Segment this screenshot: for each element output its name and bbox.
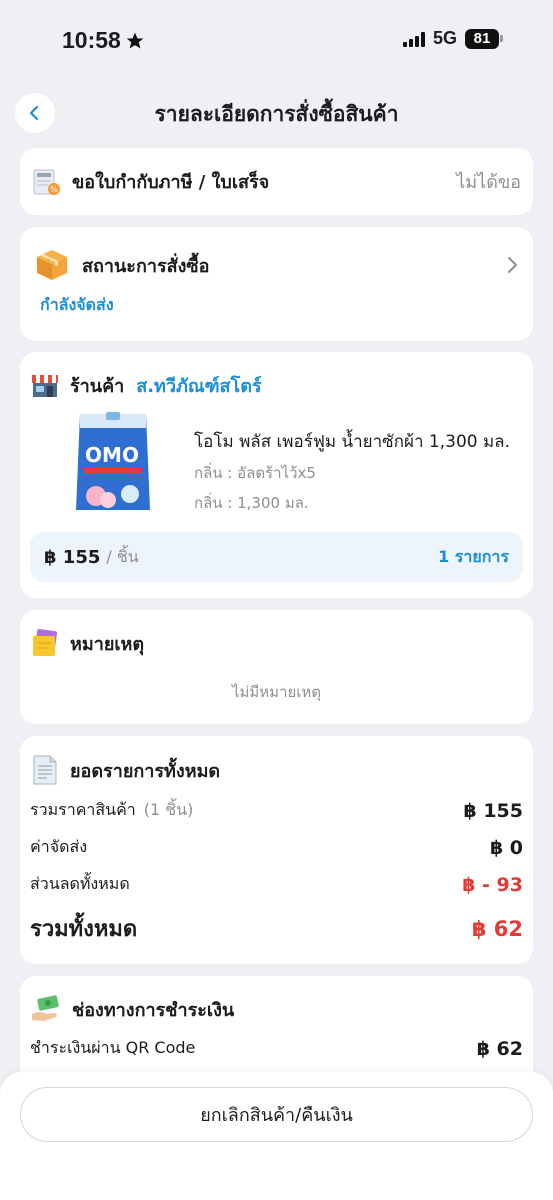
subtotal-qty: (1 ชิ้น) <box>143 800 194 819</box>
payment-method: ชำระเงินผ่าน QR Code <box>30 1038 196 1057</box>
per-unit-label: / ชิ้น <box>106 546 139 566</box>
tax-receipt-icon: % <box>33 169 60 195</box>
shipping-value: ฿ 0 <box>489 836 523 859</box>
product-price: ฿ 155 <box>44 546 101 568</box>
chevron-right-icon[interactable] <box>505 256 519 274</box>
note-empty-text: ไม่มีหมายเหตุ <box>231 683 322 701</box>
payment-amount: ฿ 62 <box>476 1037 523 1060</box>
subtotal-value: ฿ 155 <box>463 799 524 822</box>
network-label: 5G <box>432 28 457 48</box>
total-value: ฿ 62 <box>471 916 523 941</box>
total-row: รวมทั้งหมด ฿ 62 <box>30 911 523 946</box>
tax-invoice-value: ไม่ได้ขอ <box>456 172 521 193</box>
note-title: หมายเหตุ <box>70 633 145 655</box>
time-text: 10:58 <box>62 27 121 53</box>
page-title: รายละเอียดการสั่งซื้อสินค้า <box>154 102 399 126</box>
subtotal-label: รวมราคาสินค้า <box>30 800 136 819</box>
product-image: OMO <box>50 410 170 520</box>
store-icon <box>32 375 58 397</box>
header: รายละเอียดการสั่งซื้อสินค้า <box>0 88 553 138</box>
shipping-row: ค่าจัดส่ง ฿ 0 <box>30 835 523 860</box>
product-item[interactable]: OMO โอโม พลัส เพอร์ฟูม น้ำยาซักผ้า 1,300… <box>30 410 523 520</box>
payment-card: ช่องทางการชำระเงิน ชำระเงินผ่าน QR Code … <box>20 976 533 1086</box>
discount-value: ฿ - 93 <box>462 873 523 896</box>
svg-text:%: % <box>50 185 58 194</box>
product-variant-size: กลิ่น : 1,300 มล. <box>194 494 309 512</box>
signal-icon <box>402 31 425 47</box>
shop-name-link[interactable]: ส.ทวีภัณฑ์สโตร์ <box>136 371 261 400</box>
shop-card: ร้านค้า ส.ทวีภัณฑ์สโตร์ OMO โอโม พลัส เพ… <box>20 352 533 598</box>
footer-bar: ยกเลิกสินค้า/คืนเงิน <box>0 1072 553 1200</box>
product-variant-scent: กลิ่น : อัลตร้าไว้x5 <box>194 464 316 482</box>
order-summary-card: ยอดรายการทั้งหมด รวมราคาสินค้า (1 ชิ้น) ฿… <box>20 736 533 964</box>
price-bar: ฿ 155 / ชิ้น 1 รายการ <box>30 532 523 582</box>
cancel-refund-button[interactable]: ยกเลิกสินค้า/คืนเงิน <box>20 1087 533 1142</box>
order-status-card[interactable]: สถานะการสั่งซื้อ กำลังจัดส่ง <box>20 227 533 341</box>
battery-icon: 81 <box>465 28 503 49</box>
discount-label: ส่วนลดทั้งหมด <box>30 874 130 893</box>
tax-invoice-label: ขอใบกำกับภาษี / ใบเสร็จ <box>72 172 270 193</box>
note-card: หมายเหตุ ไม่มีหมายเหตุ <box>20 610 533 724</box>
total-label: รวมทั้งหมด <box>30 917 138 942</box>
summary-title: ยอดรายการทั้งหมด <box>70 760 221 782</box>
shipping-label: ค่าจัดส่ง <box>30 837 88 856</box>
order-status-value: กำลังจัดส่ง <box>40 295 114 314</box>
battery-level: 81 <box>465 28 499 49</box>
money-hand-icon <box>32 995 59 1021</box>
document-icon <box>33 755 57 785</box>
order-status-title: สถานะการสั่งซื้อ <box>82 255 210 277</box>
discount-row: ส่วนลดทั้งหมด ฿ - 93 <box>30 872 523 897</box>
svg-text:OMO: OMO <box>85 443 139 467</box>
box-icon <box>37 250 67 280</box>
shop-label: ร้านค้า <box>70 375 125 397</box>
clock: 10:58 <box>62 27 145 54</box>
payment-method-row: ชำระเงินผ่าน QR Code ฿ 62 <box>30 1036 523 1061</box>
items-count: 1 รายการ <box>438 546 509 566</box>
tax-invoice-card[interactable]: % ขอใบกำกับภาษี / ใบเสร็จ ไม่ได้ขอ <box>20 148 533 215</box>
star-icon <box>126 32 144 48</box>
sticky-note-icon <box>33 628 58 656</box>
subtotal-row: รวมราคาสินค้า (1 ชิ้น) ฿ 155 <box>30 798 523 823</box>
status-bar: 10:58 5G 81 <box>0 0 553 80</box>
product-name: โอโม พลัส เพอร์ฟูม น้ำยาซักผ้า 1,300 มล. <box>194 432 511 452</box>
payment-title: ช่องทางการชำระเงิน <box>72 999 235 1021</box>
